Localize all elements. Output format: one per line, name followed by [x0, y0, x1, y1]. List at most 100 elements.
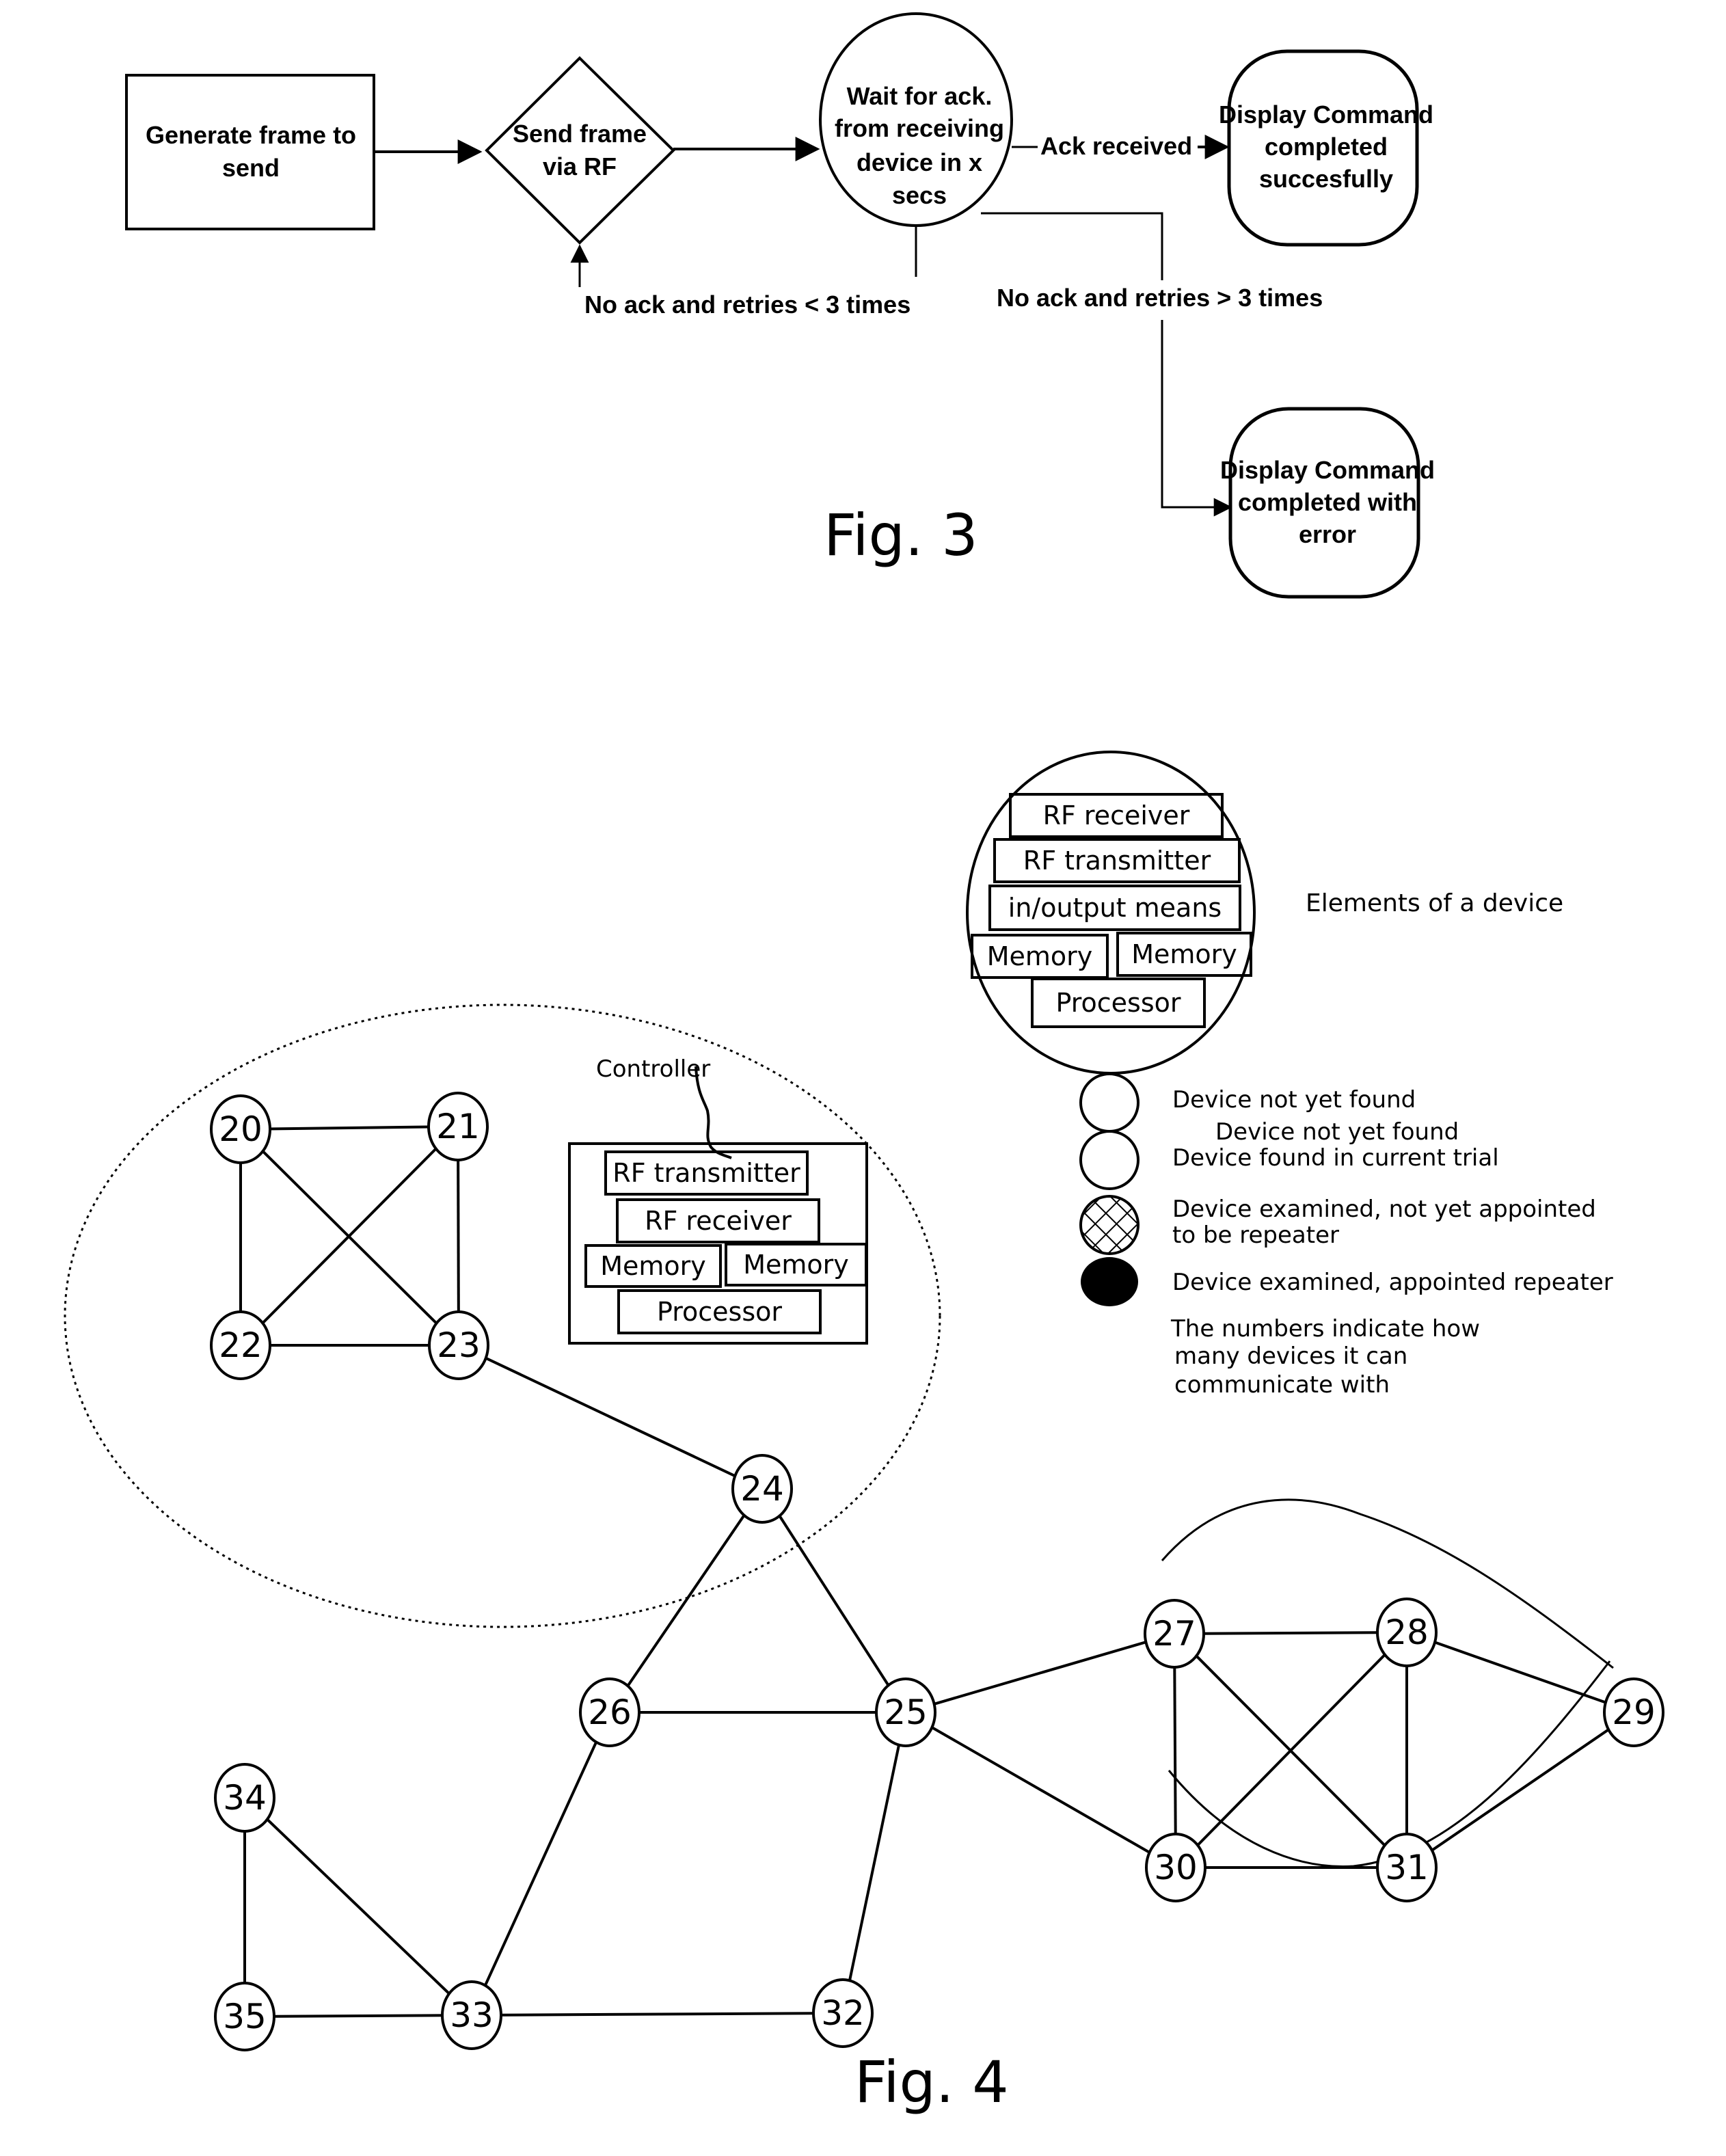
node-error-line-2: completed with [1238, 488, 1417, 516]
network-node-label: 28 [1385, 1613, 1429, 1652]
controller-element-box: RF transmitter [604, 1150, 809, 1196]
controller-element-label: RF transmitter [612, 1158, 800, 1188]
network-node-35: 35 [214, 1982, 275, 2051]
controller-element-box: Memory [725, 1243, 867, 1286]
legend-note-line-3: communicate with [1174, 1371, 1390, 1399]
legend-symbol-hatched [1079, 1195, 1140, 1255]
legend-text-2-0: Device examined, not yet appointed [1172, 1196, 1596, 1223]
network-link-35-33 [244, 2014, 472, 2018]
patent-drawing: Generate frame to send Send frame via RF… [64, 12, 1664, 2116]
node-wait-for-ack: Wait for ack. from receiving device in x… [819, 12, 1013, 227]
legend-text-2-1: to be repeater [1172, 1222, 1339, 1249]
controller-element-label: Processor [657, 1297, 782, 1327]
node-send-frame: Send frame via RF [485, 56, 675, 245]
device-element-box: in/output means [988, 885, 1241, 931]
network-node-20: 20 [210, 1094, 271, 1164]
figure-4-network: RF receiver RF transmitter in/output means… [64, 751, 1664, 2116]
device-element-box: RF receiver [1009, 793, 1224, 838]
legend-symbol-found-current [1079, 1130, 1140, 1190]
network-node-label: 21 [436, 1107, 480, 1146]
device-element-box: Memory [1116, 932, 1252, 977]
legend-symbol-not-found [1079, 1073, 1140, 1133]
node-success-line-1: Display Command [1219, 100, 1433, 129]
device-element-label: Memory [1131, 939, 1237, 969]
network-link-25-30 [905, 1711, 1176, 1869]
network-link-33-32 [471, 2012, 844, 2017]
network-node-label: 25 [884, 1693, 928, 1732]
network-node-28: 28 [1376, 1598, 1438, 1667]
legend-note-line-1: The numbers indicate how [1170, 1315, 1480, 1343]
network-node-31: 31 [1376, 1833, 1438, 1902]
node-error-line-1: Display Command [1220, 456, 1435, 484]
network-node-34: 34 [214, 1763, 275, 1833]
node-generate-line-2: send [222, 154, 280, 182]
figure-3-caption: Fig. 3 [824, 502, 978, 569]
legend: Device not yet found Device not yet foun… [1079, 1073, 1613, 1399]
network-node-24: 24 [731, 1454, 793, 1524]
node-wait-line-1: Wait for ack. [847, 82, 993, 110]
network-link-28-29 [1406, 1631, 1634, 1714]
network-node-32: 32 [812, 1978, 874, 2048]
network-node-30: 30 [1145, 1833, 1206, 1902]
edge-label-retry: No ack and retries < 3 times [584, 291, 911, 319]
device-element-label: Memory [987, 941, 1093, 971]
figure-3-flowchart: Generate frame to send Send frame via RF… [125, 12, 1435, 599]
edge-label-ack-received: Ack received [1040, 132, 1192, 160]
device-element-label: RF transmitter [1023, 846, 1211, 876]
network-link-20-21 [240, 1125, 459, 1131]
node-wait-line-4: secs [892, 181, 947, 209]
controller-element-box: RF receiver [616, 1198, 820, 1243]
node-send-line-2: via RF [543, 152, 617, 180]
device-elements-caption: Elements of a device [1306, 889, 1563, 917]
node-success-line-3: succesfully [1259, 165, 1393, 193]
node-generate-line-1: Generate frame to [146, 121, 356, 149]
device-element-label: RF receiver [1043, 800, 1190, 831]
network-node-22: 22 [210, 1310, 271, 1380]
node-wait-line-2: from receiving [835, 114, 1004, 142]
node-send-line-1: Send frame [513, 120, 647, 148]
network-node-label: 27 [1152, 1614, 1196, 1654]
legend-text-1-0: Device not yet found [1215, 1118, 1459, 1146]
network-node-label: 23 [437, 1325, 481, 1365]
node-success-line-2: completed [1265, 133, 1388, 161]
controller-label: Controller [596, 1055, 710, 1083]
network-node-29: 29 [1603, 1677, 1664, 1747]
network-node-label: 35 [223, 1997, 267, 2036]
network-node-27: 27 [1144, 1599, 1205, 1669]
device-element-label: Processor [1055, 988, 1181, 1018]
controller-element-box: Memory [584, 1244, 722, 1288]
controller-element-box: Processor [617, 1289, 822, 1334]
network-node-label: 33 [450, 1995, 494, 2035]
figure-4-caption: Fig. 4 [854, 2049, 1009, 2116]
network-link-25-32 [841, 1712, 907, 2014]
network-link-29-31 [1405, 1711, 1635, 1869]
node-error-line-3: error [1299, 520, 1356, 548]
network-node-label: 32 [821, 1993, 865, 2033]
device-element-box: RF transmitter [993, 838, 1241, 883]
network-link-24-25 [761, 1487, 907, 1714]
network-link-23-24 [458, 1344, 763, 1490]
controller-element-label: Memory [743, 1250, 849, 1280]
controller-element-label: Memory [600, 1251, 706, 1281]
network-node-26: 26 [579, 1677, 640, 1747]
device-element-box: Processor [1031, 978, 1206, 1028]
node-display-error: Display Command completed with error [1220, 407, 1435, 599]
network-node-25: 25 [875, 1677, 936, 1747]
node-display-success: Display Command completed succesfully [1219, 49, 1433, 247]
network-link-26-33 [470, 1712, 611, 2016]
device-elements-diagram: RF receiver RF transmitter in/output means… [966, 751, 1563, 1075]
network-node-label: 29 [1612, 1693, 1656, 1732]
legend-note-line-2: many devices it can [1174, 1343, 1407, 1370]
network-link-27-28 [1174, 1631, 1407, 1635]
network-node-23: 23 [428, 1310, 489, 1380]
node-wait-line-3: device in x [857, 148, 982, 176]
device-element-box: Memory [971, 934, 1109, 979]
network-node-label: 24 [740, 1469, 784, 1509]
network-link-34-33 [243, 1796, 473, 2017]
legend-text-0-0: Device not yet found [1172, 1086, 1416, 1114]
network-node-21: 21 [427, 1092, 489, 1161]
node-generate-frame: Generate frame to send [125, 74, 375, 230]
controller-range-boundary [64, 1003, 941, 1628]
network-node-label: 30 [1154, 1848, 1198, 1887]
network-link-24-26 [608, 1487, 764, 1714]
